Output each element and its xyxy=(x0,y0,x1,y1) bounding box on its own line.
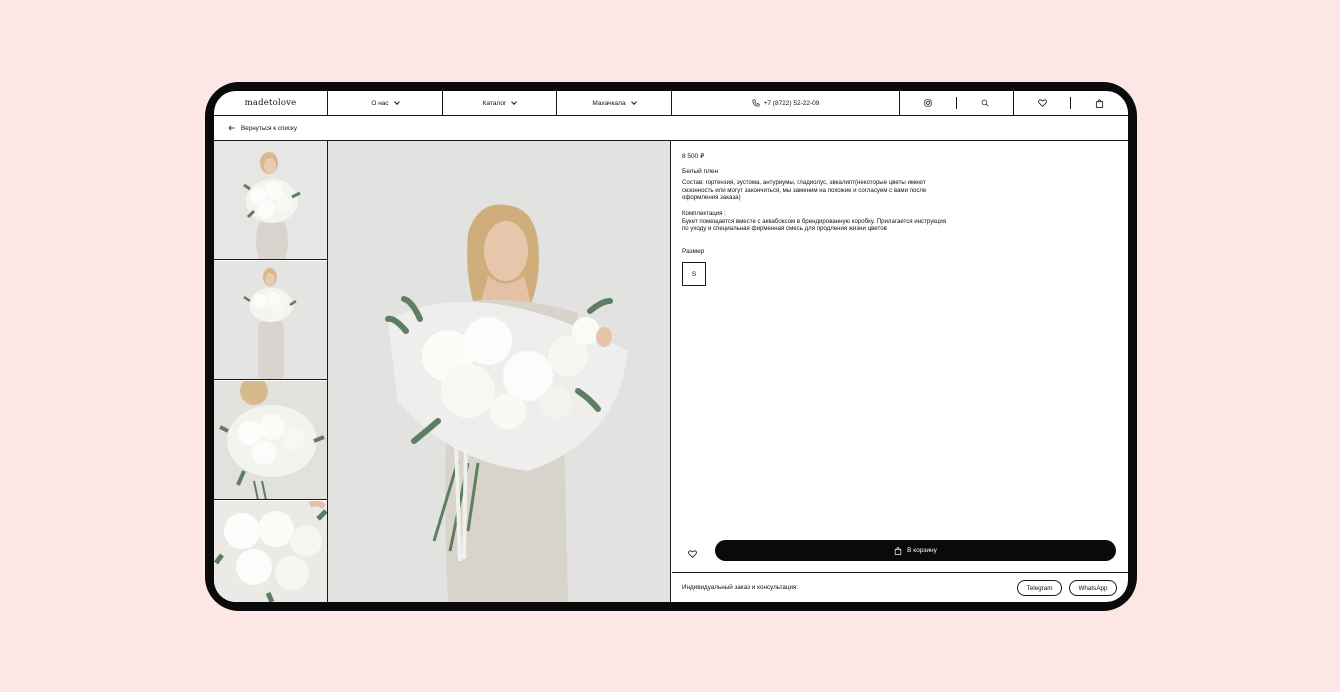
kit-text: Букет помещается вместе с аквабоксом в б… xyxy=(682,217,947,233)
back-to-list-link[interactable]: Вернуться к списку xyxy=(214,116,1128,141)
phone-number: +7 (8722) 52-22-09 xyxy=(763,99,820,107)
fav-cart-cell xyxy=(1014,91,1128,115)
product-name: Белый плен xyxy=(682,168,719,175)
bag-icon[interactable] xyxy=(1095,98,1104,108)
thumbnail[interactable] xyxy=(214,261,327,380)
divider xyxy=(1070,97,1072,109)
chevron-down-icon xyxy=(630,98,637,105)
nav-about-label: О нас xyxy=(371,99,389,107)
thumbnail[interactable] xyxy=(214,141,327,260)
thumbnail[interactable] xyxy=(214,501,327,602)
kit-title: Комплектация : xyxy=(682,210,726,217)
phone-icon xyxy=(752,99,760,107)
nav-catalog[interactable]: Каталог xyxy=(443,91,557,115)
tablet-frame: madetolove О нас Каталог Махачкала +7 (8… xyxy=(205,82,1137,611)
product-main-image xyxy=(328,141,671,602)
thumbnail-gallery xyxy=(214,141,328,602)
thumbnail[interactable] xyxy=(214,381,327,500)
size-label: Размер xyxy=(682,248,705,255)
nav-catalog-label: Каталог xyxy=(482,99,507,107)
logo-cell: madetolove xyxy=(214,91,328,115)
search-icon[interactable] xyxy=(981,99,989,107)
product-composition: Состав: гортензия, эустома, антуриумы, г… xyxy=(682,179,927,202)
social-search-cell xyxy=(900,91,1014,115)
city-select[interactable]: Махачкала xyxy=(557,91,672,115)
telegram-button[interactable]: Telegram xyxy=(1017,580,1062,596)
arrow-left-icon xyxy=(228,125,235,131)
nav-about[interactable]: О нас xyxy=(328,91,443,115)
phone-link[interactable]: +7 (8722) 52-22-09 xyxy=(672,91,900,115)
consultation-label: Индивидуальный заказ и консультация: xyxy=(682,584,799,591)
instagram-icon[interactable] xyxy=(924,99,932,107)
bag-icon xyxy=(894,546,902,555)
add-to-cart-button[interactable]: В корзину xyxy=(715,540,1116,561)
screen: madetolove О нас Каталог Махачкала +7 (8… xyxy=(214,91,1128,602)
product-price: 8 500 ₽ xyxy=(682,153,705,160)
site-header: madetolove О нас Каталог Махачкала +7 (8… xyxy=(214,91,1128,116)
size-option-s[interactable]: S xyxy=(682,262,706,286)
city-label: Махачкала xyxy=(592,99,626,107)
cart-label: В корзину xyxy=(907,547,937,554)
heart-icon[interactable] xyxy=(1037,99,1047,107)
whatsapp-button[interactable]: WhatsApp xyxy=(1069,580,1117,596)
back-label: Вернуться к списку xyxy=(241,124,298,132)
consultation-bar: Индивидуальный заказ и консультация: Tel… xyxy=(672,572,1128,602)
product-info: 8 500 ₽ Белый плен Состав: гортензия, эу… xyxy=(672,141,1128,602)
logo[interactable]: madetolove xyxy=(245,98,297,108)
divider xyxy=(956,97,957,109)
chevron-down-icon xyxy=(511,98,518,105)
product-kit: Комплектация : Букет помещается вместе с… xyxy=(682,210,947,233)
heart-icon[interactable] xyxy=(688,545,697,563)
chevron-down-icon xyxy=(393,98,400,105)
